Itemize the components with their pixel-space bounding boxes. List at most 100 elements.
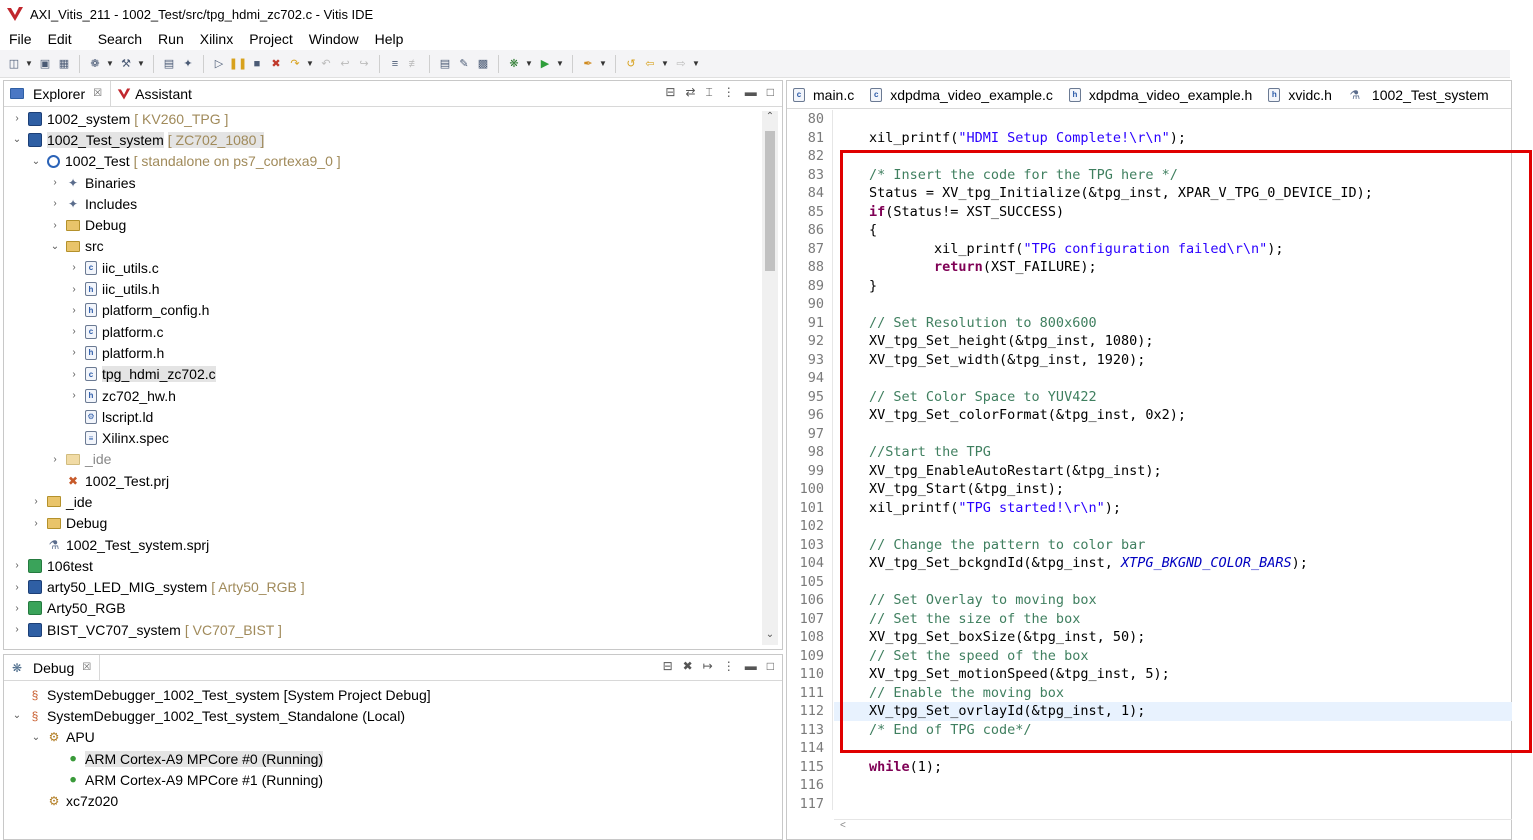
code-line[interactable] (834, 295, 1512, 314)
code-line[interactable]: xil_printf("TPG started!\r\n"); (834, 499, 1512, 518)
tree-item[interactable]: › h platform.h (4, 342, 760, 363)
code-line[interactable]: xil_printf("TPG configuration failed\r\n… (834, 240, 1512, 259)
code-line[interactable] (834, 776, 1512, 795)
code-line[interactable]: XV_tpg_Set_ovrlayId(&tpg_inst, 1); (834, 702, 1512, 721)
screen-icon[interactable]: ▩ (475, 56, 491, 72)
menu-window[interactable]: Window (304, 31, 364, 47)
collapsed-chevron-icon[interactable]: › (69, 347, 79, 358)
collapsed-chevron-icon[interactable]: › (69, 305, 79, 316)
tree-item[interactable]: ⚙ lscript.ld (4, 406, 760, 427)
tree-item[interactable]: › ✦ Includes (4, 193, 760, 214)
collapsed-chevron-icon[interactable]: › (69, 262, 79, 273)
menu-run[interactable]: Run (153, 31, 189, 47)
tree-item[interactable]: › 106test (4, 555, 760, 576)
tree-item[interactable]: › c platform.c (4, 321, 760, 342)
editor-tab[interactable]: ⚗ 1002_Test_system (1342, 81, 1499, 108)
menu-project[interactable]: Project (244, 31, 298, 47)
collapse-all-icon[interactable]: ⊟ (665, 85, 675, 100)
view-menu-icon[interactable]: ⋮ (723, 659, 735, 673)
tree-item[interactable]: › c iic_utils.c (4, 257, 760, 278)
menu-edit[interactable]: Edit (43, 31, 77, 47)
back-arrow-icon[interactable]: ⇦ (642, 56, 658, 72)
expanded-chevron-icon[interactable]: ⌄ (12, 134, 22, 145)
build-hammer-icon[interactable]: ⚒ (118, 56, 134, 72)
tree-item[interactable]: › arty50_LED_MIG_system[ Arty50_RGB ] (4, 577, 760, 598)
code-line[interactable]: if(Status!= XST_SUCCESS) (834, 203, 1512, 222)
debug-bug-icon[interactable]: ❋ (506, 56, 522, 72)
code-line[interactable]: } (834, 277, 1512, 296)
filter-icon[interactable]: ⌶ (706, 85, 713, 100)
tree-item[interactable]: › h zc702_hw.h (4, 385, 760, 406)
scroll-down-icon[interactable]: ⌄ (762, 629, 778, 645)
program-device-icon[interactable]: ✦ (180, 56, 196, 72)
last-edit-icon[interactable]: ↺ (623, 56, 639, 72)
code-line[interactable]: XV_tpg_Set_colorFormat(&tpg_inst, 0x2); (834, 406, 1512, 425)
code-line[interactable] (834, 425, 1512, 444)
collapsed-chevron-icon[interactable]: › (69, 369, 79, 380)
tree-item[interactable]: › BIST_VC707_system[ VC707_BIST ] (4, 619, 760, 640)
tree-item[interactable]: ⌄ 1002_Test[ standalone on ps7_cortexa9_0… (4, 151, 760, 172)
settings-icon[interactable]: ❁ (87, 56, 103, 72)
code-line[interactable]: //Start the TPG (834, 443, 1512, 462)
step-mode-icon[interactable]: ↦ (703, 659, 713, 673)
expanded-chevron-icon[interactable]: ⌄ (31, 732, 41, 743)
forward-arrow-icon[interactable]: ⇨ (673, 56, 689, 72)
terminate-icon[interactable]: ■ (249, 56, 265, 72)
code-line[interactable]: XV_tpg_Set_height(&tpg_inst, 1080); (834, 332, 1512, 351)
tree-item[interactable]: ⚫ ARM Cortex-A9 MPCore #1 (Running) (4, 769, 760, 790)
code-line[interactable]: XV_tpg_Set_width(&tpg_inst, 1920); (834, 351, 1512, 370)
tree-item[interactable]: › Debug (4, 214, 760, 235)
code-line[interactable]: xil_printf("HDMI Setup Complete!\r\n"); (834, 129, 1512, 148)
tree-item[interactable]: › h platform_config.h (4, 300, 760, 321)
tree-item[interactable]: › _ide (4, 491, 760, 512)
view-menu-icon[interactable]: ⋮ (723, 85, 735, 100)
code-line[interactable]: /* End of TPG code*/ (834, 721, 1512, 740)
remove-terminated-icon[interactable]: ✖ (683, 659, 693, 673)
expanded-chevron-icon[interactable]: ⌄ (12, 710, 22, 721)
tree-item[interactable]: ⌄ src (4, 236, 760, 257)
code-line[interactable]: XV_tpg_Set_motionSpeed(&tpg_inst, 5); (834, 665, 1512, 684)
editor-tab[interactable]: h xvidc.h (1262, 81, 1342, 108)
menu-file[interactable]: File (4, 31, 37, 47)
minimize-icon[interactable]: ▬ (745, 659, 757, 673)
tab-explorer[interactable]: Explorer ☒ (4, 81, 112, 106)
code-line[interactable]: // Set Overlay to moving box (834, 591, 1512, 610)
collapsed-chevron-icon[interactable]: › (50, 198, 60, 209)
code-line[interactable]: while(1); (834, 758, 1512, 777)
expanded-chevron-icon[interactable]: ⌄ (50, 241, 60, 252)
terminal-icon[interactable]: ▤ (161, 56, 177, 72)
tree-item[interactable]: ⚗ 1002_Test_system.sprj (4, 534, 760, 555)
editor-tab[interactable]: c main.c (787, 81, 864, 108)
tab-debug[interactable]: ❋ Debug ☒ (4, 655, 101, 680)
editor-tab[interactable]: h xdpdma_video_example.h (1063, 81, 1262, 108)
collapse-all-icon[interactable]: ⊟ (663, 659, 673, 673)
code-line[interactable]: // Change the pattern to color bar (834, 536, 1512, 555)
tree-item[interactable]: › ✦ Binaries (4, 172, 760, 193)
console-icon[interactable]: ▤ (437, 56, 453, 72)
tree-item[interactable]: ≡ Xilinx.spec (4, 427, 760, 448)
scroll-left-icon[interactable]: < (840, 820, 846, 831)
collapsed-chevron-icon[interactable]: › (12, 560, 22, 571)
collapsed-chevron-icon[interactable]: › (12, 624, 22, 635)
collapsed-chevron-icon[interactable]: › (12, 113, 22, 124)
debug-dropdown-icon[interactable]: ▼ (525, 59, 534, 68)
step-into-icon[interactable]: ↷ (287, 56, 303, 72)
run-dropdown-icon[interactable]: ▼ (556, 59, 565, 68)
menu-search[interactable]: Search (93, 31, 147, 47)
collapsed-chevron-icon[interactable]: › (50, 220, 60, 231)
step-return-icon[interactable]: ↩ (337, 56, 353, 72)
tree-item[interactable]: › Arty50_RGB (4, 598, 760, 619)
run-icon[interactable]: ▶ (537, 56, 553, 72)
collapsed-chevron-icon[interactable]: › (12, 582, 22, 593)
collapsed-chevron-icon[interactable]: › (69, 284, 79, 295)
code-line[interactable]: XV_tpg_Set_bckgndId(&tpg_inst, XTPG_BKGN… (834, 554, 1512, 573)
tree-item[interactable]: › Debug (4, 513, 760, 534)
code-line[interactable]: // Enable the moving box (834, 684, 1512, 703)
close-icon[interactable]: ☒ (82, 662, 91, 673)
code-line[interactable] (834, 110, 1512, 129)
tree-item[interactable]: ⌄ § SystemDebugger_1002_Test_system_Standa… (4, 705, 760, 726)
code-line[interactable]: return(XST_FAILURE); (834, 258, 1512, 277)
tools-dropdown-icon[interactable]: ▼ (599, 59, 608, 68)
build-dropdown-icon[interactable]: ▼ (137, 59, 146, 68)
collapsed-chevron-icon[interactable]: › (31, 518, 41, 529)
